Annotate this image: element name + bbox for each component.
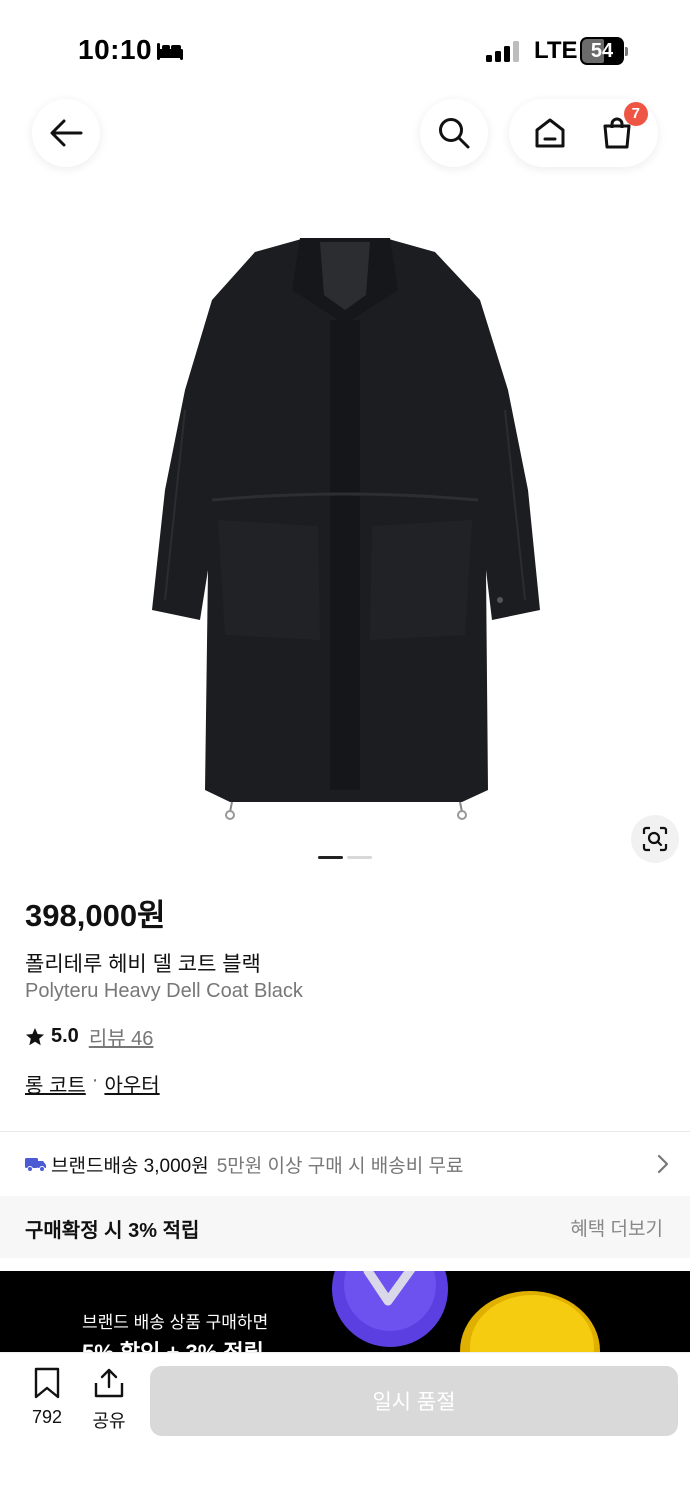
product-name-english: Polyteru Heavy Dell Coat Black bbox=[25, 980, 303, 1002]
wishlist-button[interactable]: 792 bbox=[24, 1367, 70, 1428]
category-link-outer[interactable]: 아우터 bbox=[104, 1069, 159, 1098]
network-type: LTE bbox=[534, 37, 578, 64]
category-breadcrumb: 롱 코트 · 아우터 bbox=[25, 1069, 160, 1098]
bookmark-icon bbox=[34, 1367, 60, 1399]
category-separator: · bbox=[91, 1069, 99, 1091]
back-button[interactable] bbox=[32, 99, 100, 167]
lens-icon bbox=[642, 826, 668, 852]
home-cart-group: 7 bbox=[509, 99, 658, 167]
purple-coin-icon bbox=[332, 1271, 448, 1347]
chevron-right-icon bbox=[657, 1154, 669, 1174]
home-icon bbox=[535, 118, 565, 148]
status-time: 10:10 bbox=[78, 34, 153, 65]
visual-search-button[interactable] bbox=[631, 815, 679, 863]
product-name-korean: 폴리테루 헤비 델 코트 블랙 bbox=[25, 953, 261, 976]
free-shipping-note: 5만원 이상 구매 시 배송비 무료 bbox=[216, 1155, 464, 1177]
star-icon bbox=[26, 1027, 44, 1045]
wishlist-count: 792 bbox=[31, 1407, 63, 1427]
battery-icon: 54 bbox=[580, 37, 628, 65]
share-button[interactable]: 공유 bbox=[86, 1367, 132, 1433]
image-pagination bbox=[318, 856, 372, 859]
cart-count-badge: 7 bbox=[623, 102, 648, 126]
search-button[interactable] bbox=[420, 99, 488, 167]
product-image[interactable] bbox=[0, 190, 690, 880]
points-label: 구매확정 시 3% 적립 bbox=[25, 1220, 200, 1242]
delivery-fee-label: 브랜드배송 3,000원 bbox=[51, 1155, 209, 1177]
search-icon bbox=[439, 118, 470, 149]
rating-value: 5.0 bbox=[51, 1025, 79, 1047]
arrow-left-icon bbox=[50, 119, 83, 147]
gold-coin-icon bbox=[460, 1291, 600, 1361]
coat-image bbox=[152, 238, 540, 820]
share-icon bbox=[94, 1368, 124, 1398]
bottom-action-bar: 792 공유 일시 품절 bbox=[0, 1352, 690, 1500]
pagination-dot-active[interactable] bbox=[318, 856, 343, 859]
pagination-dot[interactable] bbox=[347, 856, 372, 859]
status-bar: 10:10 LTE 54 bbox=[0, 0, 690, 100]
truck-icon bbox=[25, 1158, 46, 1172]
points-band: 구매확정 시 3% 적립 혜택 더보기 bbox=[0, 1196, 690, 1258]
sleep-mode-icon bbox=[157, 43, 183, 60]
product-price: 398,000원 bbox=[25, 898, 166, 933]
sold-out-button[interactable]: 일시 품절 bbox=[150, 1366, 678, 1436]
cellular-signal-icon bbox=[486, 41, 519, 62]
divider bbox=[0, 1131, 690, 1132]
cart-button[interactable]: 7 bbox=[592, 102, 648, 158]
battery-level: 54 bbox=[590, 40, 614, 62]
category-link-long-coat[interactable]: 롱 코트 bbox=[25, 1069, 86, 1098]
home-button[interactable] bbox=[525, 108, 575, 158]
share-label: 공유 bbox=[92, 1411, 126, 1431]
promo-subtitle: 브랜드 배송 상품 구매하면 bbox=[82, 1313, 269, 1332]
delivery-info-row[interactable]: 브랜드배송 3,000원 5만원 이상 구매 시 배송비 무료 bbox=[25, 1150, 670, 1178]
benefits-more-link[interactable]: 혜택 더보기 bbox=[570, 1214, 663, 1241]
promo-banner[interactable]: 브랜드 배송 상품 구매하면 5% 할인 + 3% 적립 bbox=[0, 1271, 690, 1361]
rating-row: 5.0 리뷰 46 bbox=[25, 1022, 153, 1051]
review-link[interactable]: 리뷰 46 bbox=[89, 1022, 154, 1051]
